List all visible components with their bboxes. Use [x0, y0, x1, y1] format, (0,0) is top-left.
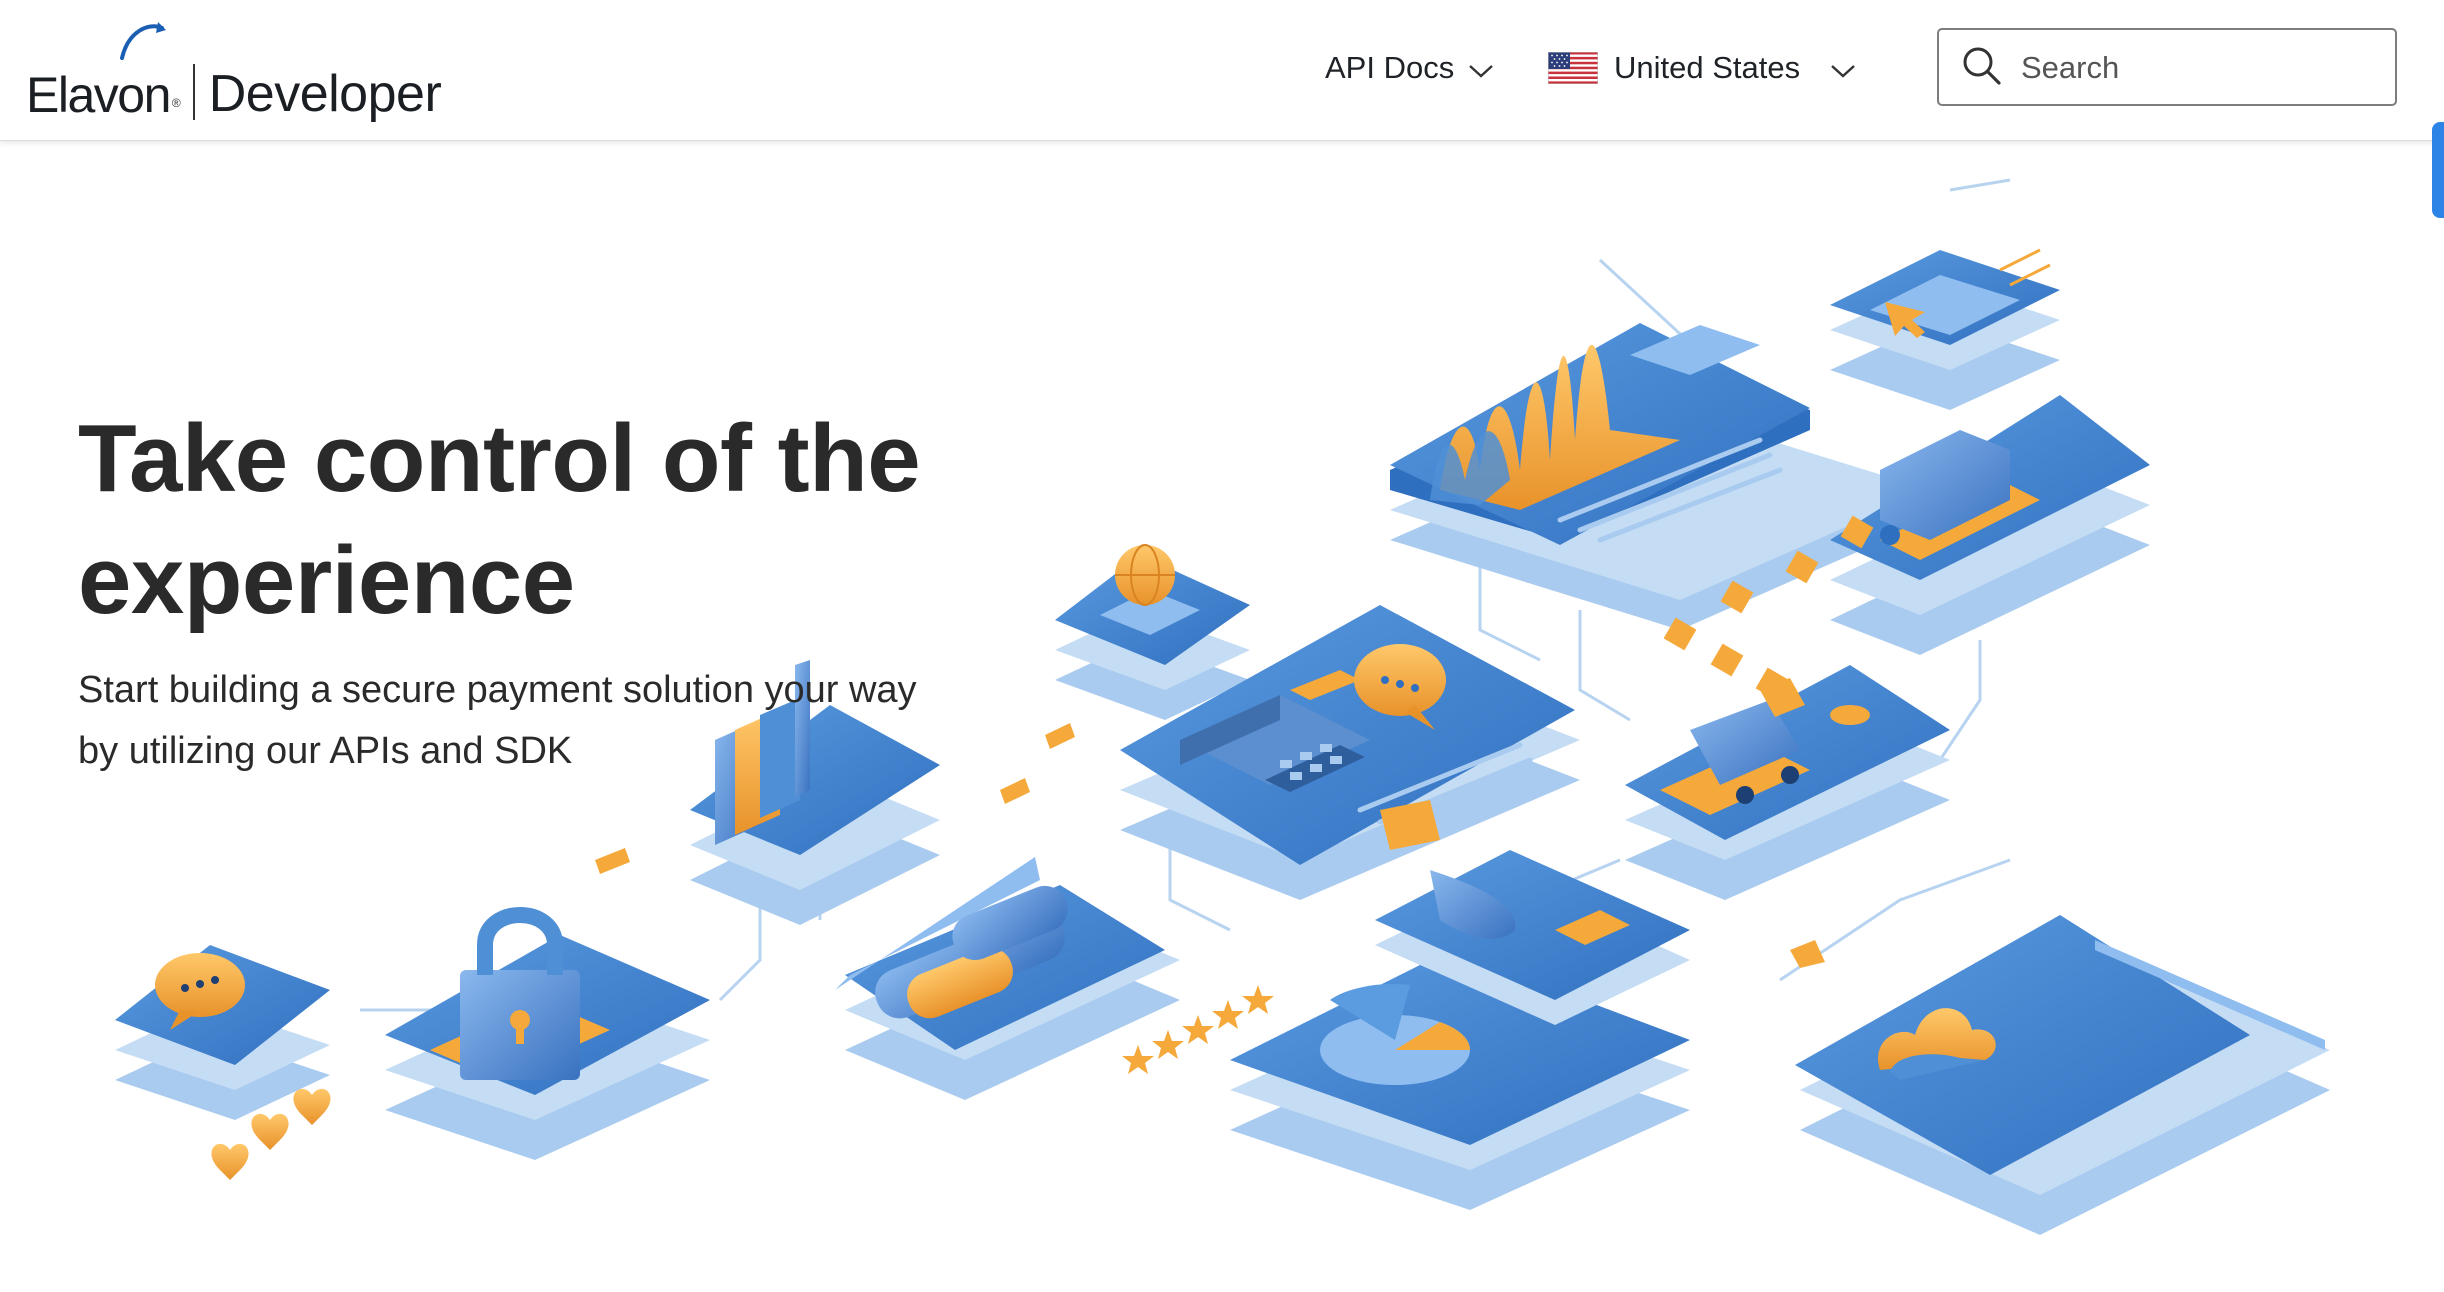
us-flag-icon — [1548, 52, 1598, 84]
logo-divider — [192, 64, 195, 120]
logo-registered-mark: ® — [171, 96, 181, 110]
bank-panel — [835, 857, 1180, 1100]
site-logo[interactable]: Elavon ® Developer — [26, 22, 442, 123]
cloud-panel — [1795, 915, 2330, 1235]
logo-arc-icon — [120, 22, 166, 60]
cart-panel — [1625, 665, 1950, 900]
search-input[interactable] — [2019, 40, 2383, 96]
logo-product: Developer — [208, 65, 442, 123]
logo-brand: Elavon — [26, 67, 171, 123]
api-docs-label: API Docs — [1325, 50, 1455, 85]
cursor-panel — [1830, 248, 2060, 410]
globe-panel — [1055, 544, 1250, 720]
search-icon — [1963, 47, 2001, 85]
country-label: United States — [1614, 50, 1801, 85]
chevron-down-icon — [1469, 65, 1494, 78]
lock-panel — [385, 907, 710, 1160]
hero-title: Take control of the experience — [78, 405, 921, 634]
site-header: Elavon ® Developer API Docs United State… — [0, 0, 2444, 141]
hero-subtitle: Start building a secure payment solution… — [78, 669, 917, 772]
api-docs-dropdown[interactable]: API Docs — [1325, 50, 1494, 86]
chevron-down-icon — [1831, 65, 1855, 78]
country-selector[interactable]: United States — [1548, 50, 1856, 86]
search-box[interactable] — [1937, 28, 2397, 106]
truck-panel — [1830, 395, 2150, 655]
scrollbar-thumb[interactable] — [2432, 122, 2444, 218]
